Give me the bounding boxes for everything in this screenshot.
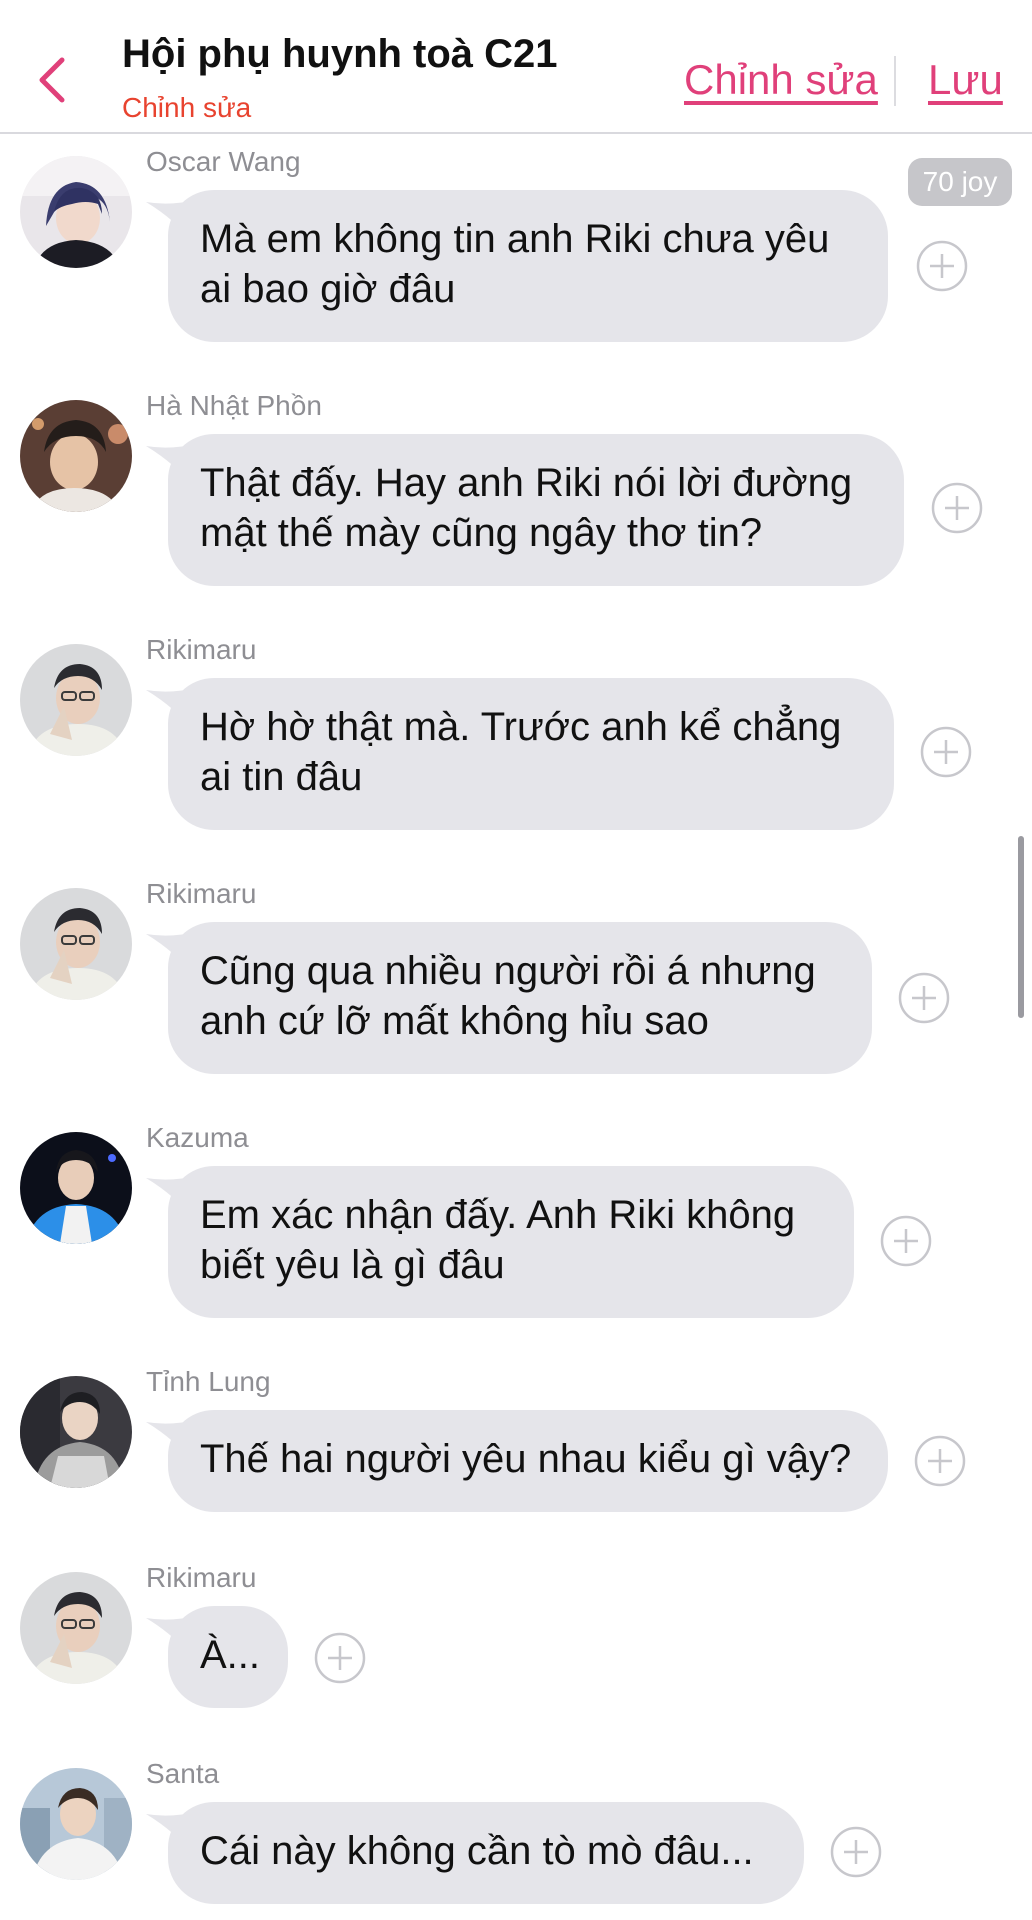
plus-circle-icon[interactable] bbox=[897, 971, 951, 1025]
scrollbar[interactable] bbox=[1018, 836, 1024, 1018]
message-item: Rikimaru Cũng qua nhiều người rồi á nhưn… bbox=[0, 878, 1032, 1078]
message-bubble[interactable]: Thế hai người yêu nhau kiểu gì vậy? bbox=[168, 1410, 888, 1512]
message-bubble[interactable]: Hờ hờ thật mà. Trước anh kể chẳng ai tin… bbox=[168, 678, 894, 830]
message-bubble[interactable]: Cũng qua nhiều người rồi á nhưng anh cứ … bbox=[168, 922, 872, 1074]
message-bubble[interactable]: Thật đấy. Hay anh Riki nói lời đường mật… bbox=[168, 434, 904, 586]
avatar[interactable] bbox=[20, 1132, 132, 1244]
avatar[interactable] bbox=[20, 400, 132, 512]
plus-circle-icon[interactable] bbox=[829, 1825, 883, 1879]
sender-name: Rikimaru bbox=[146, 1562, 257, 1593]
avatar[interactable] bbox=[20, 1376, 132, 1488]
avatar[interactable] bbox=[20, 156, 132, 268]
plus-circle-icon[interactable] bbox=[919, 725, 973, 779]
sender-name: Kazuma bbox=[146, 1122, 249, 1153]
message-bubble[interactable]: Cái này không cần tò mò đâu... bbox=[168, 1802, 804, 1904]
avatar[interactable] bbox=[20, 888, 132, 1000]
message-item: Rikimaru À... bbox=[0, 1562, 1032, 1712]
sender-name: Santa bbox=[146, 1758, 220, 1789]
message-item: Oscar Wang Mà em không tin anh Riki chưa… bbox=[0, 146, 1032, 346]
chevron-left-icon[interactable] bbox=[30, 52, 78, 108]
plus-circle-icon[interactable] bbox=[313, 1631, 367, 1685]
message-item: Rikimaru Hờ hờ thật mà. Trước anh kể chẳ… bbox=[0, 634, 1032, 834]
plus-circle-icon[interactable] bbox=[879, 1214, 933, 1268]
avatar[interactable] bbox=[20, 644, 132, 756]
sender-name: Hà Nhật Phồn bbox=[146, 390, 322, 421]
message-item: Kazuma Em xác nhận đấy. Anh Riki không b… bbox=[0, 1122, 1032, 1322]
message-item: Hà Nhật Phồn Thật đấy. Hay anh Riki nói … bbox=[0, 390, 1032, 590]
sender-name: Tỉnh Lung bbox=[146, 1366, 271, 1397]
sender-name: Rikimaru bbox=[146, 634, 257, 665]
message-bubble[interactable]: Mà em không tin anh Riki chưa yêu ai bao… bbox=[168, 190, 888, 342]
message-bubble[interactable]: Em xác nhận đấy. Anh Riki không biết yêu… bbox=[168, 1166, 854, 1318]
message-bubble[interactable]: À... bbox=[168, 1606, 288, 1708]
chat-title: Hội phụ huynh toà C21 bbox=[122, 32, 558, 76]
message-item: Santa Cái này không cần tò mò đâu... bbox=[0, 1758, 1032, 1908]
plus-circle-icon[interactable] bbox=[913, 1434, 967, 1488]
avatar[interactable] bbox=[20, 1768, 132, 1880]
plus-circle-icon[interactable] bbox=[930, 481, 984, 535]
plus-circle-icon[interactable] bbox=[915, 239, 969, 293]
chat-header: Hội phụ huynh toà C21 Chỉnh sửa Chỉnh sử… bbox=[0, 0, 1032, 134]
save-button[interactable]: Lưu bbox=[928, 56, 1003, 104]
avatar[interactable] bbox=[20, 1572, 132, 1684]
sender-name: Oscar Wang bbox=[146, 146, 301, 177]
header-divider bbox=[894, 56, 896, 106]
edit-button[interactable]: Chỉnh sửa bbox=[684, 56, 878, 104]
message-item: Tỉnh Lung Thế hai người yêu nhau kiểu gì… bbox=[0, 1366, 1032, 1516]
sender-name: Rikimaru bbox=[146, 878, 257, 909]
chat-subtitle: Chỉnh sửa bbox=[122, 92, 252, 123]
